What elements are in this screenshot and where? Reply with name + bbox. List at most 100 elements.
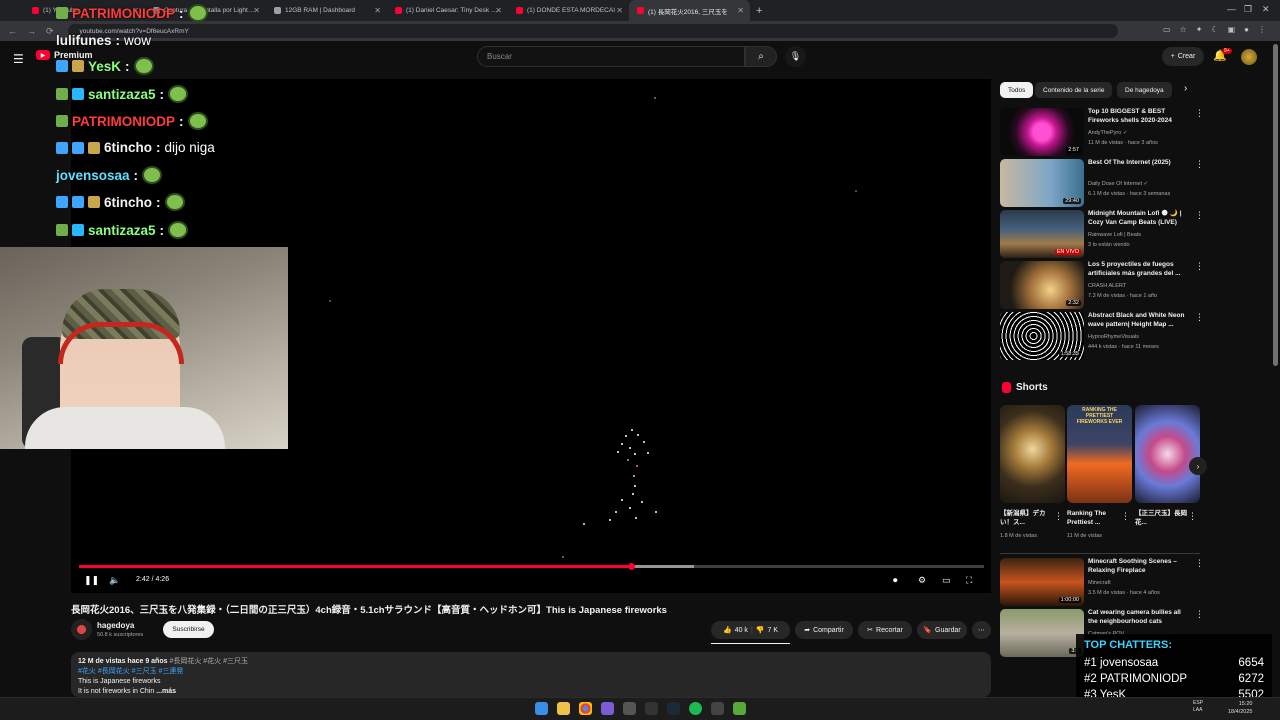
voice-search-button[interactable]: 🎙 (785, 46, 806, 67)
show-more-link[interactable]: ...más (156, 688, 176, 695)
close-tab-icon[interactable]: ✕ (616, 6, 623, 15)
chrome-icon[interactable] (579, 702, 592, 715)
close-tab-icon[interactable]: ✕ (253, 6, 260, 15)
channel-name[interactable]: hagedoya (97, 621, 134, 630)
channel-name[interactable]: Rainwave Lofi | Beats (1088, 232, 1141, 238)
app-icon[interactable] (645, 702, 658, 715)
more-vertical-icon[interactable]: ⋮ (1188, 511, 1197, 522)
minimize-icon[interactable]: — (1227, 4, 1236, 14)
system-clock[interactable]: 15:20 18/4/2025 (1228, 700, 1252, 716)
more-actions-button[interactable]: ⋯ (972, 621, 991, 639)
video-title[interactable]: Cat wearing camera bullies all the neigh… (1088, 609, 1188, 626)
save-button[interactable]: 🔖 Guardar (917, 621, 967, 639)
forward-icon[interactable]: → (27, 26, 36, 37)
video-thumbnail[interactable]: 2:57 (1000, 108, 1084, 156)
more-vertical-icon[interactable]: ⋮ (1195, 609, 1204, 620)
chip-all[interactable]: Todos (1000, 82, 1034, 98)
create-button[interactable]: + Crear (1162, 47, 1204, 66)
maximize-icon[interactable]: ❐ (1244, 4, 1252, 15)
more-vertical-icon[interactable]: ⋮ (1121, 511, 1130, 522)
search-input[interactable]: Buscar (477, 46, 745, 67)
channel-name[interactable]: HypnoRhymeVisuals (1088, 334, 1139, 340)
steam-icon[interactable] (667, 702, 680, 715)
shorts-next-button[interactable]: › (1189, 457, 1207, 475)
video-thumbnail[interactable]: 1:00:00 (1000, 558, 1084, 606)
back-icon[interactable]: ← (8, 26, 17, 37)
pause-icon[interactable]: ❚❚ (84, 575, 99, 586)
subscribe-button[interactable]: Suscribirse (163, 621, 214, 638)
file-explorer-icon[interactable] (557, 702, 570, 715)
fullscreen-icon[interactable]: ⛶ (966, 575, 972, 586)
close-tab-icon[interactable]: ✕ (374, 6, 381, 15)
browser-tab[interactable]: 12GB RAM | Dashboard ✕ (266, 0, 387, 21)
recommended-video[interactable]: 1:58:35 Abstract Black and White Neon wav… (1000, 312, 1204, 360)
short-thumbnail[interactable]: RANKING THE PRETTIEST FIREWORKS EVER (1067, 405, 1132, 503)
spotify-icon[interactable] (689, 702, 702, 715)
short-thumbnail[interactable] (1135, 405, 1200, 503)
more-vertical-icon[interactable]: ⋮ (1195, 261, 1204, 272)
video-thumbnail[interactable]: 2:32 (1000, 261, 1084, 309)
windows-start-icon[interactable] (535, 702, 548, 715)
browser-menu-icon[interactable]: ⋮ (1258, 25, 1266, 34)
browser-tab[interactable]: (1) DONDE ESTA MORDECAI ✕ (508, 0, 629, 21)
page-scrollbar[interactable] (1273, 44, 1278, 366)
share-button[interactable]: ➦ Compartir (795, 621, 853, 639)
recommended-video[interactable]: 29:40 Best Of The Internet (2025) Daily Do… (1000, 159, 1204, 207)
extension-icon[interactable]: ✦ (1196, 25, 1203, 34)
video-description[interactable]: 12 M de vistas hace 9 años #長岡花火 #花火 #三尺… (71, 652, 991, 697)
channel-name[interactable]: Daily Dose Of Internet ✓ (1088, 181, 1148, 187)
menu-icon[interactable]: ☰ (13, 52, 24, 66)
close-tab-icon[interactable]: ✕ (737, 6, 744, 15)
video-title[interactable]: Top 10 BIGGEST & BEST Fireworks shells 2… (1088, 108, 1188, 125)
browser-tab[interactable]: (1) Daniel Caesar: Tiny Desk Con ✕ (387, 0, 508, 21)
search-button[interactable]: ⌕ (745, 46, 777, 67)
channel-name[interactable]: CRASH ALERT (1088, 283, 1126, 289)
more-vertical-icon[interactable]: ⋮ (1195, 210, 1204, 221)
bookmark-star-icon[interactable]: ☆ (1180, 25, 1187, 34)
short-thumbnail[interactable] (1000, 405, 1065, 503)
new-tab-icon[interactable]: + (756, 5, 762, 17)
close-window-icon[interactable]: ✕ (1262, 4, 1270, 15)
more-vertical-icon[interactable]: ⋮ (1195, 558, 1204, 569)
video-thumbnail[interactable]: 3:2 (1000, 609, 1084, 657)
minecraft-icon[interactable] (733, 702, 746, 715)
dislike-button[interactable]: 👎 7 K (756, 626, 778, 635)
video-title[interactable]: Midnight Mountain Lofi 🌑 🌙 | Cozy Van Ca… (1088, 210, 1188, 227)
short-title[interactable]: Ranking The Prettiest ... (1067, 510, 1123, 527)
profile-icon[interactable]: ● (1244, 25, 1249, 34)
discord-icon[interactable] (601, 702, 614, 715)
video-title[interactable]: Abstract Black and White Neon wave patte… (1088, 312, 1188, 329)
short-title[interactable]: 【正三尺玉】長岡花... (1135, 510, 1191, 527)
keyboard-language[interactable]: ESP LAA (1193, 700, 1203, 714)
settings-gear-icon[interactable]: ⚙ (918, 575, 926, 586)
like-button[interactable]: 👍 40 k (723, 626, 748, 635)
recommended-video[interactable]: 1:00:00 Minecraft Soothing Scenes – Relax… (1000, 558, 1204, 606)
more-vertical-icon[interactable]: ⋮ (1195, 108, 1204, 119)
video-progress-bar[interactable] (79, 563, 984, 570)
short-title[interactable]: 【新潟県】デカい！ス... (1000, 510, 1056, 527)
video-title[interactable]: Best Of The Internet (2025) (1088, 159, 1188, 168)
extension-icon[interactable]: ☾ (1211, 25, 1218, 34)
extensions-puzzle-icon[interactable]: ▣ (1228, 25, 1236, 34)
account-avatar[interactable] (1241, 49, 1257, 65)
chip-series[interactable]: Contenido de la serie (1035, 82, 1113, 98)
obs-icon[interactable] (711, 702, 724, 715)
progress-scrubber-handle[interactable] (628, 563, 636, 570)
channel-avatar[interactable] (71, 619, 92, 640)
video-thumbnail[interactable]: EN VIVO (1000, 210, 1084, 258)
recommended-video[interactable]: EN VIVO Midnight Mountain Lofi 🌑 🌙 | Cozy… (1000, 210, 1204, 258)
channel-name[interactable]: Minecraft (1088, 580, 1111, 586)
miniplayer-icon[interactable]: ▭ (942, 575, 951, 586)
chip-from-channel[interactable]: De hagedoya (1117, 82, 1172, 98)
browser-tab[interactable]: (1) 長岡花火2016, 三尺玉を ✕ (629, 0, 750, 21)
chevron-right-icon[interactable]: › (1184, 83, 1187, 94)
autoplay-toggle[interactable]: ⏺ (893, 575, 898, 586)
recommended-video[interactable]: 2:57 Top 10 BIGGEST & BEST Fireworks shel… (1000, 108, 1204, 156)
video-thumbnail[interactable]: 1:58:35 (1000, 312, 1084, 360)
url-field[interactable]: youtube.com/watch?v=Df6eucAxRmY (67, 24, 1118, 38)
description-hashtags[interactable]: #花火 #長岡花火 #三尺玉 #三連発 (78, 667, 984, 677)
volume-icon[interactable]: 🔈 (109, 575, 120, 586)
cast-icon[interactable]: ▭ (1163, 25, 1171, 34)
recommended-video[interactable]: 2:32 Los 5 proyectiles de fuegos artifici… (1000, 261, 1204, 309)
app-icon[interactable] (623, 702, 636, 715)
